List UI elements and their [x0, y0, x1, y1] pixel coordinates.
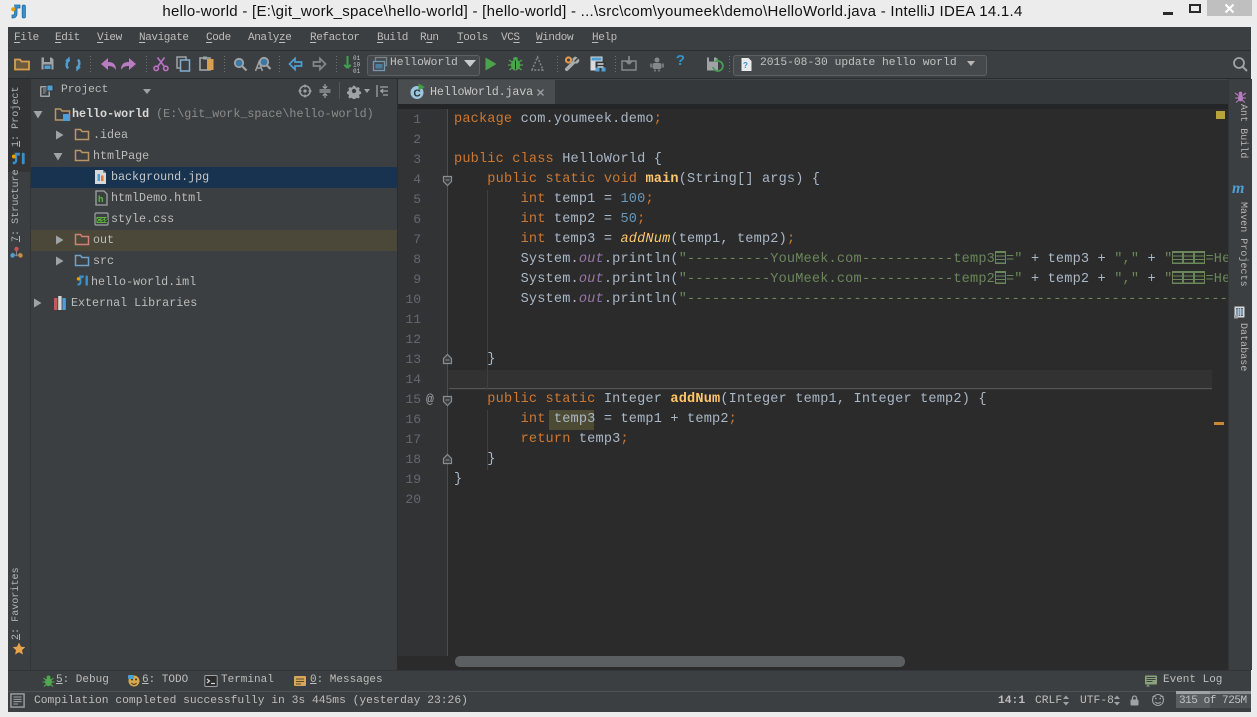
svg-text:h: h	[98, 194, 104, 204]
svg-text:01: 01	[353, 68, 361, 74]
svg-text:?: ?	[743, 61, 748, 70]
svg-text:CSS: CSS	[97, 218, 109, 224]
svg-text:C: C	[414, 89, 421, 100]
